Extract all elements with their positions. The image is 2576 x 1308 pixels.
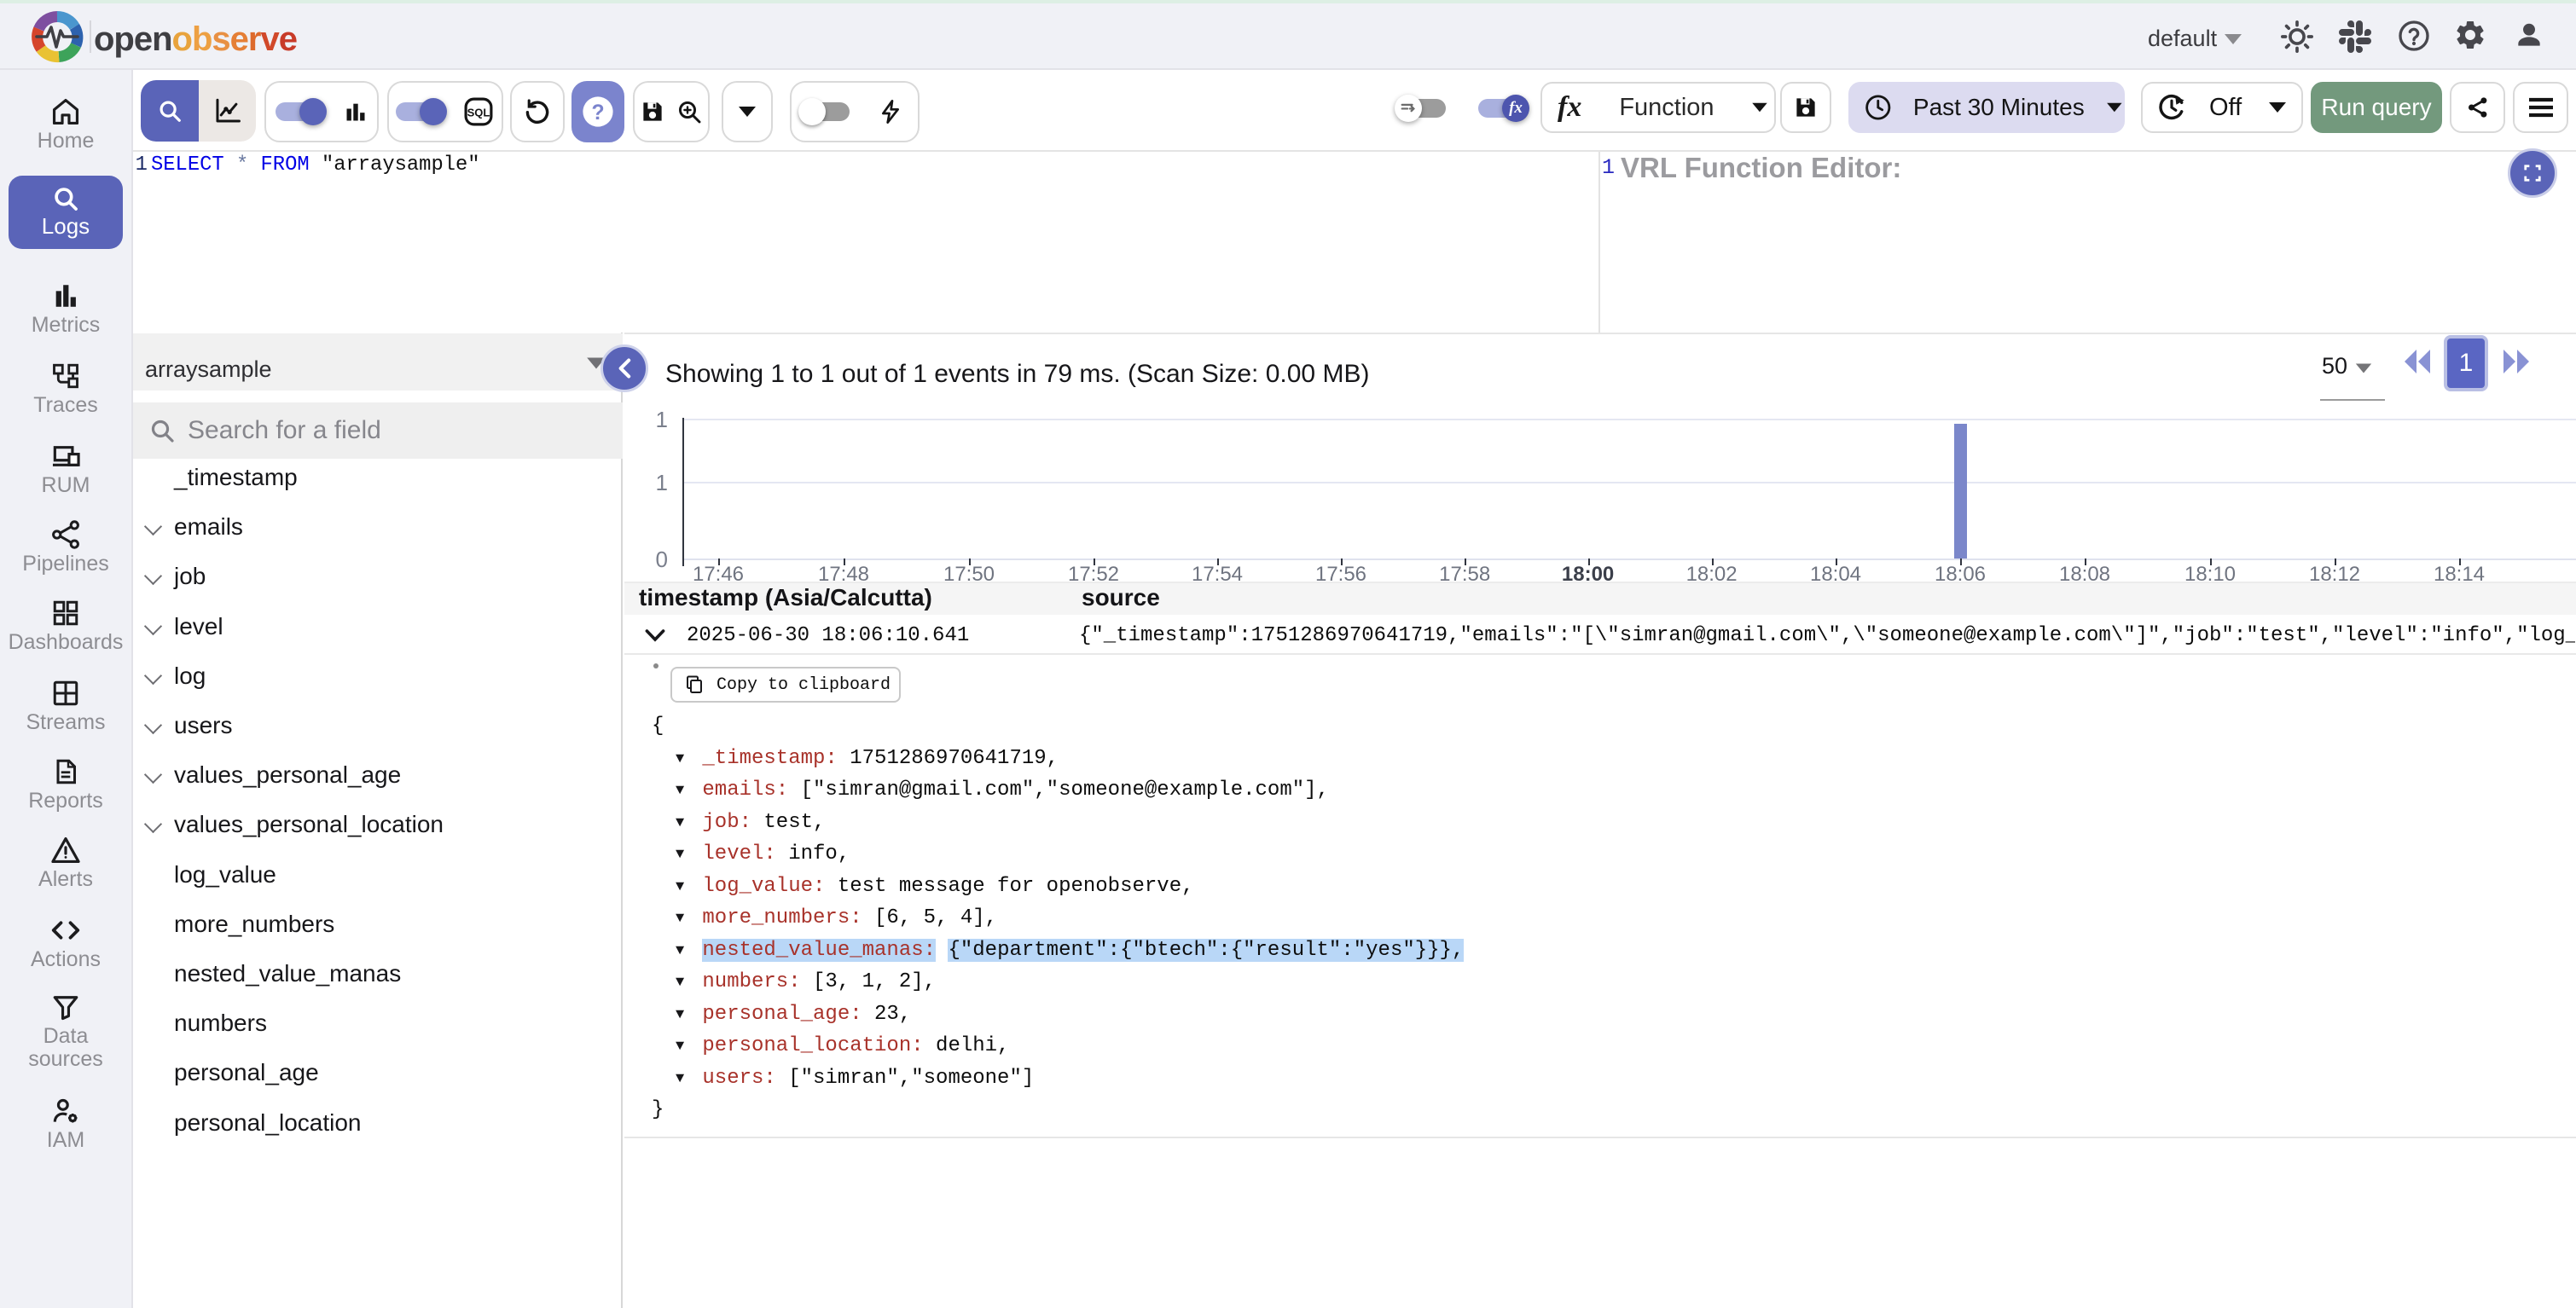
svg-text:SQL: SQL (467, 107, 490, 119)
svg-text:?: ? (591, 101, 604, 124)
